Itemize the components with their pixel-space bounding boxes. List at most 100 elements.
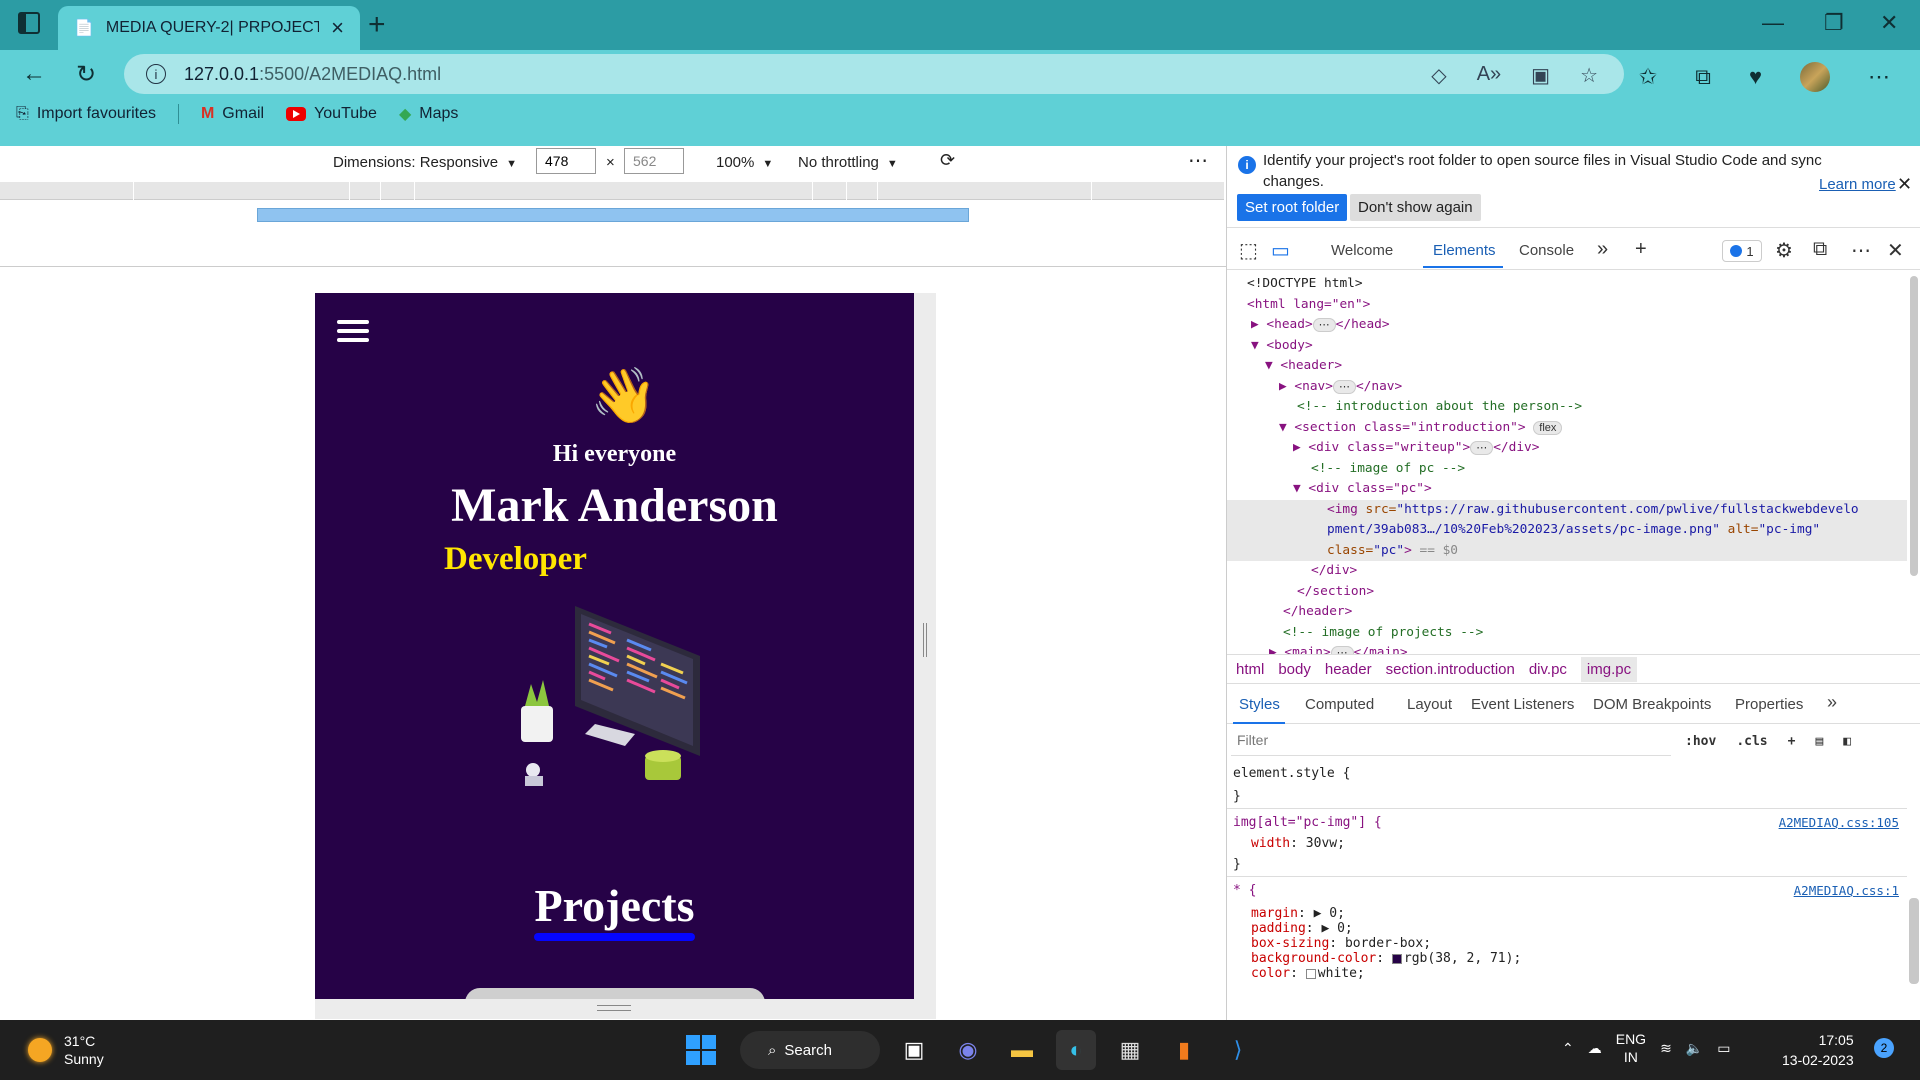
dom-line[interactable]: <!-- image of projects -->: [1227, 623, 1907, 644]
dom-line[interactable]: <html lang="en">: [1227, 295, 1907, 316]
resize-handle-right[interactable]: [914, 293, 936, 999]
dom-line-selected[interactable]: <img src="https://raw.githubusercontent.…: [1227, 499, 1907, 520]
volume-icon[interactable]: 🔈: [1686, 1040, 1703, 1057]
vscode-icon[interactable]: ⟩: [1218, 1030, 1258, 1070]
dom-line-selected-cont[interactable]: pment/39ab083…/10%20Feb%202023/assets/pc…: [1227, 520, 1907, 541]
set-root-folder-button[interactable]: Set root folder: [1237, 194, 1348, 221]
dom-line[interactable]: ▼ <header>: [1227, 356, 1907, 377]
dom-line-selected-cont[interactable]: class="pc"> == $0: [1227, 540, 1907, 561]
dom-line[interactable]: ▶ <div class="writeup"> ⋯ </div>: [1227, 438, 1907, 459]
tab-properties[interactable]: Properties: [1735, 696, 1803, 713]
color-swatch[interactable]: [1305, 968, 1316, 979]
styles-scrollbar[interactable]: [1909, 898, 1919, 984]
crumb-img[interactable]: img.pc: [1580, 656, 1638, 682]
refresh-icon[interactable]: ↻: [76, 60, 96, 89]
color-swatch[interactable]: [1391, 953, 1402, 964]
teams-icon[interactable]: ◉: [948, 1030, 988, 1070]
read-aloud-icon[interactable]: A»: [1477, 63, 1501, 88]
notification-badge[interactable]: 2: [1874, 1038, 1894, 1058]
dont-show-again-button[interactable]: Don't show again: [1350, 194, 1481, 221]
inspect-icon[interactable]: ⬚: [1239, 238, 1258, 263]
start-icon[interactable]: [686, 1035, 716, 1065]
crumb-section[interactable]: section.introduction: [1386, 661, 1515, 678]
tab-layout[interactable]: Layout: [1407, 696, 1452, 713]
dock-icon[interactable]: ⧉: [1813, 238, 1827, 261]
chevron-up-icon[interactable]: ⌃: [1562, 1040, 1574, 1057]
crumb-header[interactable]: header: [1325, 661, 1372, 678]
hd-icon[interactable]: ▣: [1531, 63, 1550, 88]
browser-tab[interactable]: 📄 MEDIA QUERY-2| PRPOJECT 2 ×: [58, 6, 360, 50]
bookmark-import[interactable]: ⎘ Import favourites: [16, 105, 156, 123]
dom-line[interactable]: ▶ <head> ⋯ </head>: [1227, 315, 1907, 336]
collections-icon[interactable]: ⧉: [1695, 64, 1711, 90]
dom-line[interactable]: </div>: [1227, 561, 1907, 582]
zoom-dropdown[interactable]: 100% ▼: [716, 154, 773, 171]
weather-widget[interactable]: 31°C Sunny: [28, 1032, 104, 1068]
minimize-button[interactable]: —: [1762, 10, 1784, 36]
hov-toggle[interactable]: :hov: [1685, 734, 1716, 749]
hamburger-menu-icon[interactable]: [337, 320, 369, 347]
bookmark-gmail[interactable]: M Gmail: [201, 105, 264, 123]
issues-badge[interactable]: 1: [1722, 240, 1762, 262]
dom-line[interactable]: </section>: [1227, 582, 1907, 603]
health-icon[interactable]: ♥: [1749, 64, 1762, 90]
tab-actions-icon[interactable]: [18, 12, 40, 34]
resize-handle-bottom[interactable]: [315, 999, 936, 1019]
tab-elements[interactable]: Elements: [1433, 242, 1496, 259]
office-icon[interactable]: ▮: [1164, 1030, 1204, 1070]
tab-dom-breakpoints[interactable]: DOM Breakpoints: [1593, 696, 1711, 713]
dom-line[interactable]: ▼ <div class="pc">: [1227, 479, 1907, 500]
source-link[interactable]: A2MEDIAQ.css:105: [1779, 815, 1899, 830]
add-favourite-icon[interactable]: ☆: [1580, 63, 1598, 88]
dom-line[interactable]: ▼ <body>: [1227, 336, 1907, 357]
close-infobar-icon[interactable]: ✕: [1897, 174, 1912, 195]
cloud-icon[interactable]: ☁: [1588, 1040, 1602, 1057]
clock[interactable]: 17:05 13-02-2023: [1782, 1030, 1854, 1070]
dimensions-dropdown[interactable]: Dimensions: Responsive ▼: [333, 154, 517, 171]
bookmark-youtube[interactable]: YouTube: [286, 105, 377, 123]
tab-styles[interactable]: Styles: [1239, 696, 1280, 713]
tab-welcome[interactable]: Welcome: [1331, 242, 1393, 259]
close-window-button[interactable]: ✕: [1880, 10, 1898, 36]
edge-icon[interactable]: ◐: [1056, 1030, 1096, 1070]
paint-icon[interactable]: ▤: [1815, 734, 1823, 749]
dom-line[interactable]: <!DOCTYPE html>: [1227, 274, 1907, 295]
site-info-icon[interactable]: i: [146, 64, 166, 84]
add-tab-icon[interactable]: +: [1635, 238, 1647, 261]
crumb-html[interactable]: html: [1236, 661, 1264, 678]
devtools-menu-icon[interactable]: ⋯: [1851, 238, 1871, 263]
new-rule-icon[interactable]: +: [1788, 734, 1796, 749]
close-tab-icon[interactable]: ×: [331, 15, 344, 41]
cls-toggle[interactable]: .cls: [1736, 734, 1767, 749]
crumb-body[interactable]: body: [1278, 661, 1311, 678]
dom-line[interactable]: <!-- introduction about the person-->: [1227, 397, 1907, 418]
more-style-tabs-icon[interactable]: »: [1827, 692, 1837, 713]
dom-line[interactable]: <!-- image of pc -->: [1227, 459, 1907, 480]
dom-line[interactable]: ▶ <nav> ⋯ </nav>: [1227, 377, 1907, 398]
dom-line[interactable]: ▼ <section class="introduction"> flex: [1227, 418, 1907, 439]
throttling-dropdown[interactable]: No throttling ▼: [798, 154, 898, 171]
task-view-icon[interactable]: ▣: [894, 1030, 934, 1070]
file-explorer-icon[interactable]: ▬: [1002, 1030, 1042, 1070]
favourites-icon[interactable]: ✩: [1639, 64, 1657, 90]
battery-icon[interactable]: ▭: [1717, 1040, 1730, 1057]
back-icon[interactable]: ←: [22, 60, 46, 88]
bookmark-maps[interactable]: ◆ Maps: [399, 104, 458, 124]
crumb-div[interactable]: div.pc: [1529, 661, 1567, 678]
dom-scrollbar[interactable]: [1909, 276, 1919, 650]
profile-avatar[interactable]: [1800, 62, 1830, 92]
tab-console[interactable]: Console: [1519, 242, 1574, 259]
tab-event-listeners[interactable]: Event Listeners: [1471, 696, 1574, 713]
height-input[interactable]: [624, 148, 684, 174]
rule-element-style[interactable]: element.style { }: [1227, 760, 1907, 809]
wifi-icon[interactable]: ≋: [1660, 1040, 1672, 1057]
tab-computed[interactable]: Computed: [1305, 696, 1374, 713]
width-input[interactable]: [536, 148, 596, 174]
styles-filter-input[interactable]: Filter: [1231, 726, 1671, 756]
sidebar-toggle-icon[interactable]: ◧: [1843, 734, 1851, 749]
settings-menu-icon[interactable]: ⋯: [1868, 64, 1890, 90]
dom-line[interactable]: </header>: [1227, 602, 1907, 623]
settings-icon[interactable]: ⚙: [1775, 238, 1793, 263]
store-icon[interactable]: ▦: [1110, 1030, 1150, 1070]
rotate-icon[interactable]: ⟳: [940, 150, 955, 171]
